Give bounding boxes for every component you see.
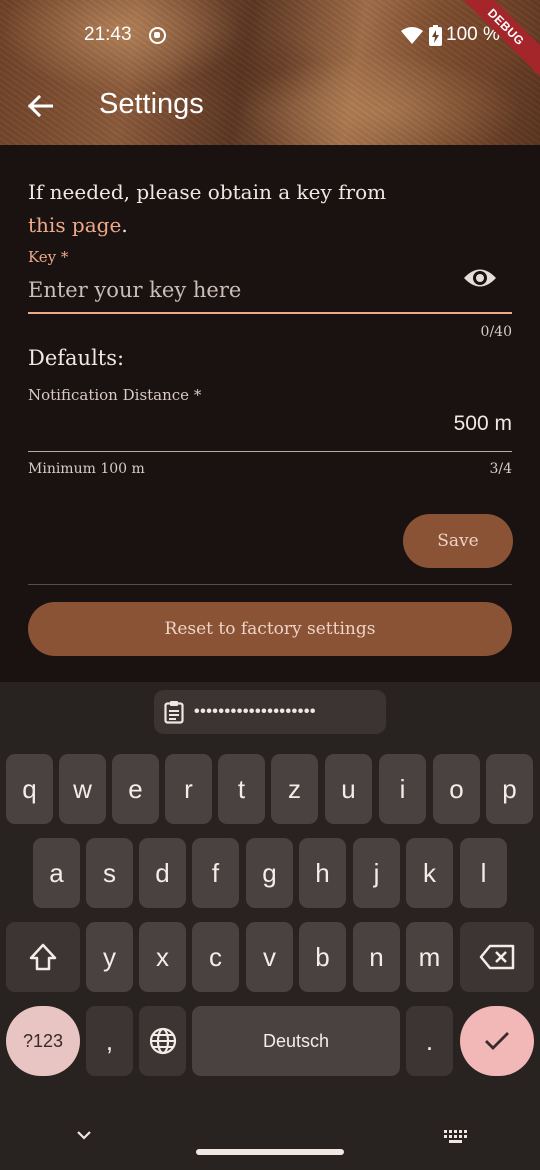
notification-distance-counter: 3/4 (489, 461, 512, 477)
key-l[interactable]: l (460, 838, 507, 908)
shift-icon (29, 943, 57, 971)
key-c[interactable]: c (192, 922, 239, 992)
sync-status-icon (149, 27, 166, 44)
home-indicator[interactable] (196, 1149, 344, 1155)
app-bar: 21:43 100 % DEBUG Settings (0, 0, 540, 145)
section-divider (28, 584, 512, 585)
back-button[interactable] (18, 84, 62, 128)
key-r[interactable]: r (165, 754, 212, 824)
key-input[interactable] (28, 270, 448, 310)
key-f[interactable]: f (192, 838, 239, 908)
key-q[interactable]: q (6, 754, 53, 824)
key-page-link[interactable]: this page (28, 213, 121, 237)
key-n[interactable]: n (353, 922, 400, 992)
key-char-counter: 0/40 (480, 324, 512, 340)
key-i[interactable]: i (379, 754, 426, 824)
comma-key[interactable]: , (86, 1006, 133, 1076)
wifi-icon (401, 27, 423, 44)
key-w[interactable]: w (59, 754, 106, 824)
globe-icon (149, 1027, 176, 1055)
notification-distance-input[interactable]: 500 m (454, 412, 512, 436)
arrow-left-icon (27, 95, 53, 117)
key-m[interactable]: m (406, 922, 453, 992)
battery-charging-icon (429, 25, 442, 46)
hide-keyboard-icon[interactable] (76, 1130, 92, 1140)
key-x[interactable]: x (139, 922, 186, 992)
clipboard-suggestion[interactable]: •••••••••••••••••••• (154, 690, 386, 734)
key-t[interactable]: t (218, 754, 265, 824)
soft-keyboard: •••••••••••••••••••• q w e r t z u i o p… (0, 682, 540, 1170)
key-p[interactable]: p (486, 754, 533, 824)
notification-distance-helper: Minimum 100 m (28, 461, 145, 477)
reset-factory-settings-button[interactable]: Reset to factory settings (28, 602, 512, 656)
backspace-key[interactable] (460, 922, 534, 992)
backspace-icon (479, 944, 515, 970)
key-j[interactable]: j (353, 838, 400, 908)
intro-sentence: If needed, please obtain a key from (28, 180, 387, 204)
space-key[interactable]: Deutsch (192, 1006, 400, 1076)
key-s[interactable]: s (86, 838, 133, 908)
key-h[interactable]: h (299, 838, 346, 908)
key-field-label: Key * (28, 248, 69, 266)
key-e[interactable]: e (112, 754, 159, 824)
key-k[interactable]: k (406, 838, 453, 908)
checkmark-icon (485, 1032, 509, 1050)
key-b[interactable]: b (299, 922, 346, 992)
period-key[interactable]: . (406, 1006, 453, 1076)
key-d[interactable]: d (139, 838, 186, 908)
clipboard-text: •••••••••••••••••••• (194, 703, 317, 720)
shift-key[interactable] (6, 922, 80, 992)
key-g[interactable]: g (246, 838, 293, 908)
key-a[interactable]: a (33, 838, 80, 908)
key-v[interactable]: v (246, 922, 293, 992)
language-key[interactable] (139, 1006, 186, 1076)
key-input-underline (28, 312, 512, 314)
intro-text: If needed, please obtain a key from this… (28, 176, 386, 242)
clipboard-icon (164, 701, 184, 724)
eye-icon[interactable] (463, 265, 497, 291)
status-time: 21:43 (84, 24, 132, 45)
key-o[interactable]: o (433, 754, 480, 824)
done-key[interactable] (460, 1006, 534, 1076)
key-y[interactable]: y (86, 922, 133, 992)
keyboard-switch-icon[interactable] (444, 1130, 468, 1144)
defaults-heading: Defaults: (28, 346, 125, 370)
intro-suffix: . (121, 213, 128, 237)
key-z[interactable]: z (271, 754, 318, 824)
notification-distance-label: Notification Distance * (28, 386, 202, 404)
key-u[interactable]: u (325, 754, 372, 824)
numbers-symbols-key[interactable]: ?123 (6, 1006, 80, 1076)
save-button[interactable]: Save (403, 514, 513, 568)
page-title: Settings (99, 88, 204, 120)
notification-distance-underline (28, 451, 512, 452)
